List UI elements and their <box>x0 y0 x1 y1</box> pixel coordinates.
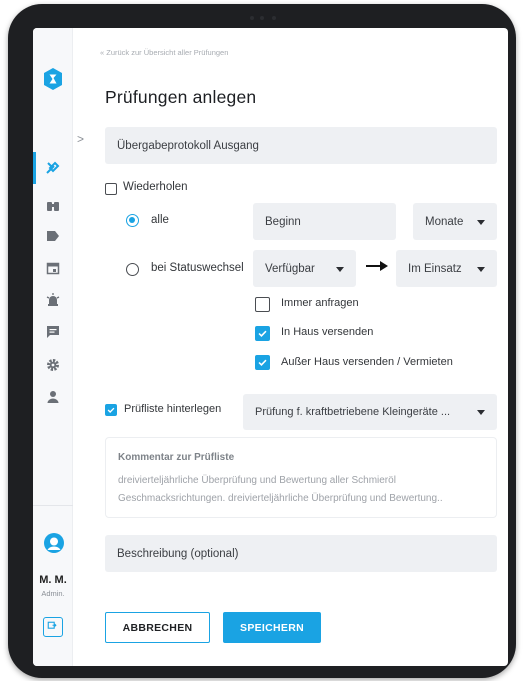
tag-icon[interactable] <box>45 228 61 244</box>
collapse-sidebar-toggle[interactable]: > <box>77 132 84 146</box>
comment-text: dreivierteljährliche Überprüfung und Bew… <box>118 472 488 508</box>
checklist-select-value: Prüfung f. kraftbetriebene Kleingeräte .… <box>255 406 451 418</box>
back-link[interactable]: « Zurück zur Übersicht aller Prüfungen <box>100 48 228 57</box>
in-house-label: In Haus versenden <box>281 326 374 338</box>
active-nav-indicator <box>33 152 36 184</box>
tablet-frame: M. M. Admin. > « Zurück zur Übersicht al… <box>8 4 516 678</box>
alarm-icon[interactable] <box>45 292 61 308</box>
comment-line-2: Geschmacksrichtungen. dreivierteljährlic… <box>118 493 443 504</box>
checklist-select[interactable]: Prüfung f. kraftbetriebene Kleingeräte .… <box>243 394 497 430</box>
begin-input-placeholder: Beginn <box>265 215 301 228</box>
tools-icon[interactable] <box>45 160 61 176</box>
status-change-label: bei Statuswechsel <box>151 262 244 274</box>
gear-icon[interactable] <box>45 357 61 373</box>
page-title: Prüfungen anlegen <box>105 87 257 107</box>
always-request-checkbox[interactable] <box>255 297 270 312</box>
avatar-icon[interactable] <box>44 533 64 553</box>
name-input[interactable]: Übergabeprotokoll Ausgang <box>105 127 497 164</box>
status-to-value: Im Einsatz <box>408 262 462 275</box>
logout-icon[interactable] <box>43 617 63 637</box>
arrow-right-icon <box>366 258 388 271</box>
sidebar: M. M. Admin. <box>33 28 73 666</box>
description-input[interactable]: Beschreibung (optional) <box>105 535 497 572</box>
out-of-house-checkbox[interactable] <box>255 355 270 370</box>
calendar-icon[interactable] <box>45 260 61 276</box>
app-screen: M. M. Admin. > « Zurück zur Übersicht al… <box>33 28 508 666</box>
unit-select[interactable]: Monate <box>413 203 497 240</box>
user-initials: M. M. <box>39 574 67 586</box>
cancel-button[interactable]: ABBRECHEN <box>105 612 210 643</box>
chevron-down-icon <box>477 266 485 272</box>
chevron-down-icon <box>477 410 485 415</box>
save-button[interactable]: SPEICHERN <box>223 612 321 643</box>
repeat-label: Wiederholen <box>123 181 188 193</box>
begin-input[interactable]: Beginn <box>253 203 396 240</box>
unit-select-value: Monate <box>425 215 464 228</box>
checklist-comment-box: Kommentar zur Prüfliste dreivierteljährl… <box>105 437 497 518</box>
comment-line-1: dreivierteljährliche Überprüfung und Bew… <box>118 475 396 486</box>
message-icon[interactable] <box>45 324 61 340</box>
always-request-label: Immer anfragen <box>281 297 359 309</box>
checklist-checkbox[interactable] <box>105 404 117 416</box>
chevron-down-icon <box>477 219 485 225</box>
description-placeholder: Beschreibung (optional) <box>117 547 239 560</box>
repeat-checkbox[interactable] <box>105 183 117 195</box>
status-from-value: Verfügbar <box>265 262 315 275</box>
status-from-select[interactable]: Verfügbar <box>253 250 356 287</box>
checklist-label: Prüfliste hinterlegen <box>124 403 222 415</box>
in-house-checkbox[interactable] <box>255 326 270 341</box>
person-icon[interactable] <box>45 389 61 405</box>
sidebar-divider <box>33 505 73 506</box>
out-of-house-label: Außer Haus versenden / Vermieten <box>281 356 453 368</box>
status-change-radio[interactable] <box>126 263 139 276</box>
name-input-value: Übergabeprotokoll Ausgang <box>117 139 259 152</box>
app-logo-icon[interactable] <box>43 68 63 90</box>
tablet-camera <box>242 14 282 22</box>
interval-label: alle <box>151 214 169 226</box>
comment-title: Kommentar zur Prüfliste <box>118 452 235 463</box>
binoculars-icon[interactable] <box>45 197 61 213</box>
status-to-select[interactable]: Im Einsatz <box>396 250 497 287</box>
user-role: Admin. <box>41 589 65 598</box>
chevron-down-icon <box>336 266 344 272</box>
interval-radio[interactable] <box>126 214 139 227</box>
